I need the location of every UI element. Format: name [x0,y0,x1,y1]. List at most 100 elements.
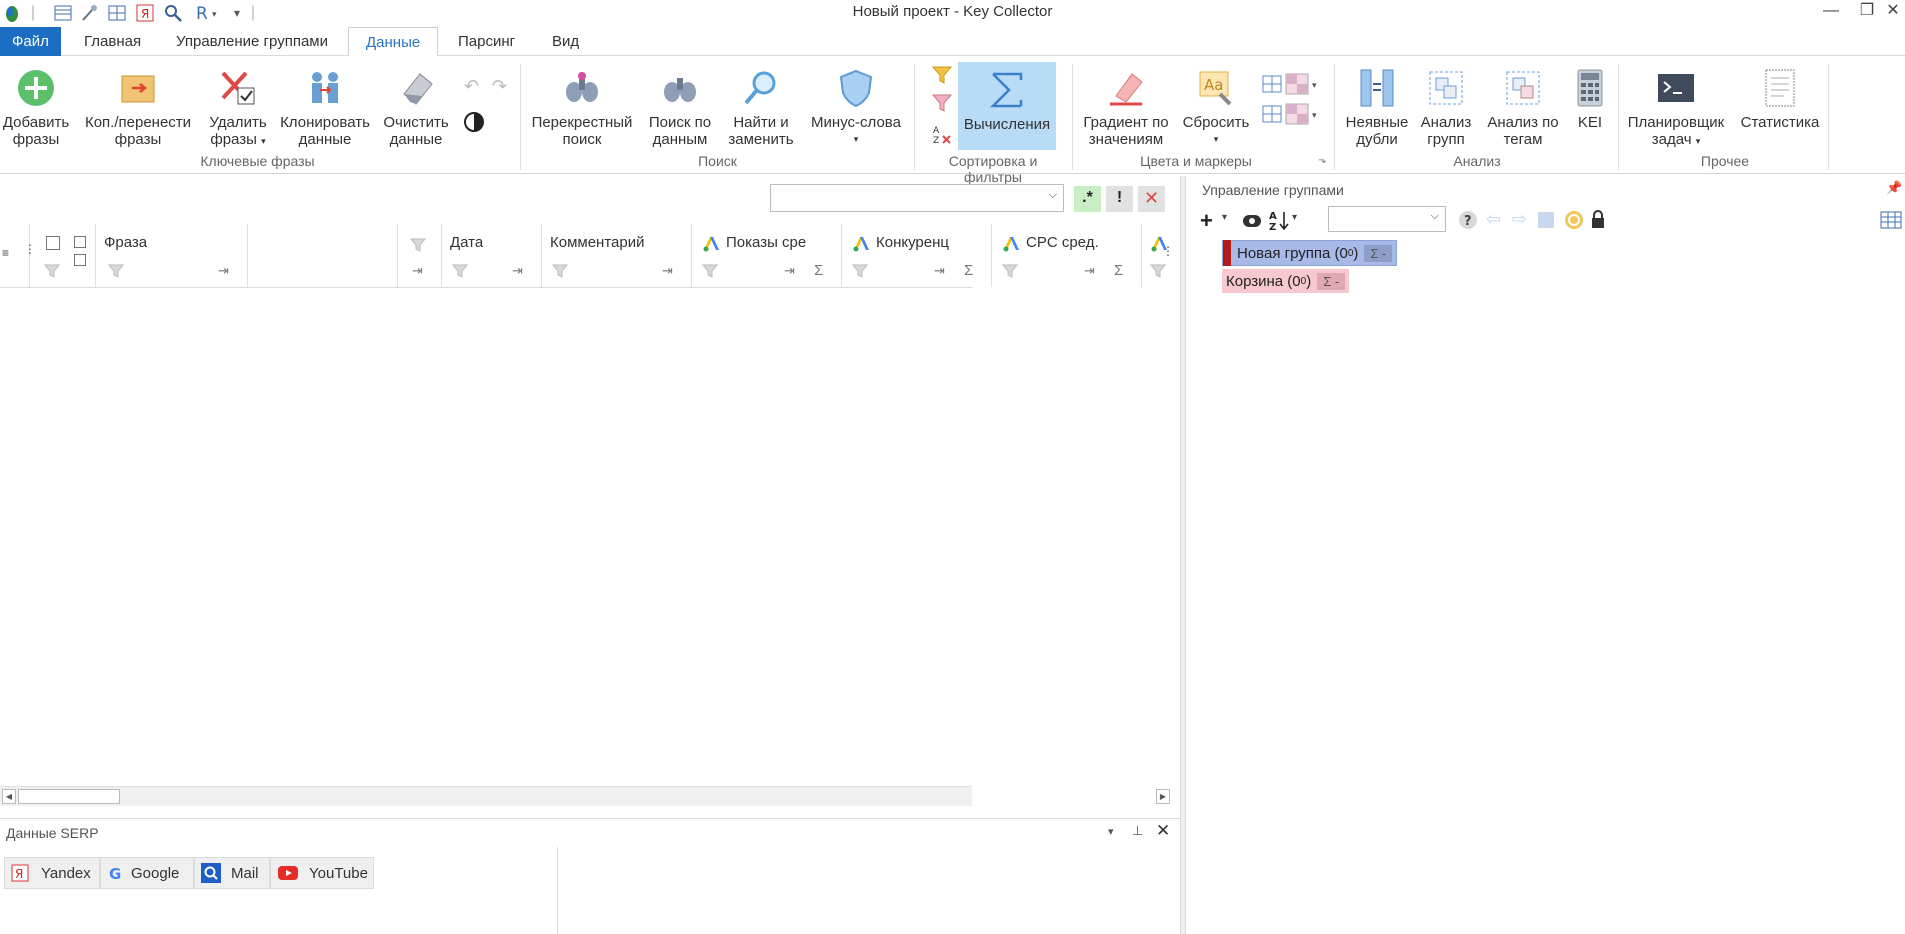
pin-icon[interactable]: ⇥ [218,263,229,279]
implicit-duplicates-button[interactable]: Неявные дубли [1342,60,1412,160]
grid-view-icon[interactable] [1880,210,1902,230]
serp-tab-mail[interactable]: Mail [194,857,270,889]
chevron-down-icon[interactable]: ⌵ [1431,210,1439,223]
column-partial[interactable]: ⋮ [1142,224,1170,287]
kei-button[interactable]: KEI [1570,60,1610,160]
group-sum-badge[interactable]: Σ - [1364,244,1393,262]
group-item-new[interactable]: Новая группа (0 0 ) Σ - [1222,240,1398,266]
pin-icon[interactable]: ⇥ [1084,263,1095,279]
statistics-button[interactable]: Статистика [1736,60,1824,160]
group-selector-dropdown[interactable]: ⌵ [1328,206,1446,232]
contrast-icon[interactable] [463,111,485,137]
pin-icon[interactable]: ⇥ [512,263,523,279]
pin-icon[interactable]: ⇥ [662,263,673,279]
sum-icon[interactable]: Σ [814,262,823,279]
calculations-button[interactable]: Вычисления [958,62,1056,150]
quick-filter-input[interactable]: ⌵ [770,184,1064,212]
column-filter-only[interactable]: ⇥ [398,224,442,287]
qat-r-icon[interactable]: R ▾ [194,2,224,24]
qat-search-icon[interactable] [162,2,184,24]
column-blank[interactable] [248,224,398,287]
row-menu-column[interactable]: ≡ ⋮ [0,224,36,287]
collapse-icon[interactable] [1538,212,1554,228]
add-group-icon[interactable]: + [1200,208,1213,234]
minus-words-button[interactable]: Минус-слова ▾ [806,60,906,160]
qat-yandex-icon[interactable]: Я [134,2,156,24]
pin-icon[interactable]: ⇥ [934,263,945,279]
chevron-down-icon[interactable]: ▾ [1108,825,1114,838]
column-filter-icon[interactable] [1002,264,1018,278]
regex-toggle-button[interactable]: .* [1074,186,1101,212]
tab-file[interactable]: Файл [0,27,61,56]
sum-icon[interactable]: Σ [1114,262,1123,279]
group-analysis-button[interactable]: Анализ групп [1416,60,1476,160]
column-filter-icon[interactable] [410,238,426,252]
gradient-button[interactable]: Градиент по значениям [1080,60,1172,160]
scroll-left-icon[interactable]: ◀ [2,789,16,804]
column-filter-icon[interactable] [1150,264,1166,278]
scroll-right-icon[interactable]: ▶ [1156,789,1170,804]
selection-toggle-icon[interactable] [74,254,86,266]
cross-search-button[interactable]: Перекрестный поиск [528,60,636,160]
group-item-trash[interactable]: Корзина (0 0 ) Σ - [1222,269,1350,293]
exclude-toggle-button[interactable]: ! [1106,186,1133,212]
reset-button[interactable]: Aa Сбросить ▾ [1178,60,1254,160]
scroll-thumb[interactable] [18,789,120,804]
sort-az-icon[interactable]: AZ [1268,209,1290,231]
tab-home[interactable]: Главная [70,27,155,56]
close-panel-icon[interactable]: ✕ [1156,821,1170,841]
column-impressions[interactable]: Показы сре ⇥ Σ [692,224,842,287]
chevron-down-icon[interactable]: ▾ [1222,212,1227,223]
pin-panel-icon[interactable]: 📌 [1886,180,1902,196]
tab-group-management[interactable]: Управление группами [162,27,342,56]
clear-filter-icon[interactable]: ✕ [1138,186,1165,212]
redo-icon[interactable]: ↷ [492,76,507,97]
qat-table-icon[interactable] [52,2,74,24]
column-filter-icon[interactable] [452,264,468,278]
chevron-down-icon[interactable]: ▾ [1292,212,1297,223]
column-filter-icon[interactable] [852,264,868,278]
tab-view[interactable]: Вид [538,27,593,56]
column-filter-icon[interactable] [44,264,60,278]
lock-icon[interactable] [1590,210,1606,230]
filter-clear-icon[interactable] [931,94,953,116]
column-filter-icon[interactable] [702,264,718,278]
color-grid-picker-2[interactable]: ▾ [1262,102,1322,130]
qat-customize-icon[interactable]: ▾ [230,2,244,24]
find-replace-button[interactable]: Найти и заменить [724,60,798,160]
sum-icon[interactable]: Σ [964,262,973,279]
serp-tab-google[interactable]: G Google [100,857,194,889]
column-date[interactable]: Дата ⇥ [442,224,542,287]
select-all-checkbox[interactable] [46,236,60,250]
help-icon[interactable]: ? [1458,210,1478,230]
tab-parsing[interactable]: Парсинг [444,27,529,56]
serp-tab-yandex[interactable]: Я Yandex [4,857,100,889]
tag-analysis-button[interactable]: Анализ по тегам [1482,60,1564,160]
grid-body[interactable] [0,288,972,786]
pin-panel-icon[interactable]: ⊥ [1132,823,1143,839]
undo-icon[interactable]: ↶ [464,76,479,97]
tab-data[interactable]: Данные [348,27,439,57]
copy-move-phrases-button[interactable]: Коп./перенести фразы [80,60,196,160]
invert-selection-icon[interactable] [74,236,86,248]
chevron-down-icon[interactable]: ⌵ [1049,189,1057,202]
column-filter-icon[interactable] [552,264,568,278]
column-comment[interactable]: Комментарий ⇥ [542,224,692,287]
filter-icon[interactable] [931,66,953,88]
color-grid-picker-1[interactable]: ▾ [1262,72,1322,100]
more-icon[interactable]: ⋮ [1162,244,1170,258]
column-competition[interactable]: Конкуренц ⇥ Σ [842,224,992,287]
column-cpc[interactable]: CPC сред. ⇥ Σ [992,224,1142,287]
close-window-icon[interactable]: ✕ [1876,0,1905,24]
column-filter-icon[interactable] [108,264,124,278]
arrow-left-icon[interactable]: ⇦ [1486,209,1501,230]
pin-icon[interactable]: ⇥ [784,263,795,279]
minimize-icon[interactable]: — [1814,0,1848,24]
serp-tab-youtube[interactable]: YouTube [270,857,374,889]
qat-wand-icon[interactable] [78,2,100,24]
pin-icon[interactable]: ⇥ [412,263,423,279]
clear-data-button[interactable]: Очистить данные [380,60,452,160]
qat-grid-icon[interactable] [106,2,128,24]
sort-az-icon[interactable]: AZ [932,124,952,148]
arrow-right-icon[interactable]: ⇨ [1512,209,1527,230]
